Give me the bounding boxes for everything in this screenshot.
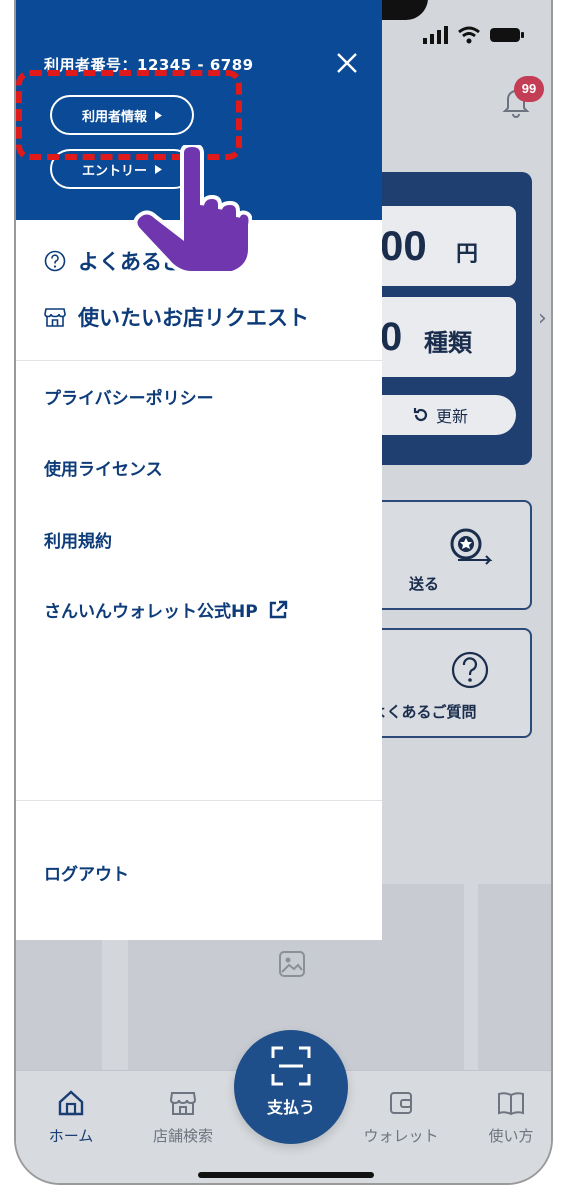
tab-store-search-label: 店舗検索 — [152, 1127, 213, 1145]
coupon-unit: 種類 — [424, 330, 472, 357]
menu-item-privacy-policy[interactable]: プライバシーポリシー — [44, 384, 214, 409]
tab-home-label: ホーム — [48, 1127, 94, 1145]
phone-screen: 99 00 円 0 種類 更新 › 送る よくあるご質問 ホーム 店舗検索 ウォ… — [14, 0, 553, 1185]
close-icon[interactable] — [336, 52, 358, 74]
menu-item-official-site[interactable]: さんいんウォレット公式HP — [44, 597, 288, 622]
menu-item-privacy-policy-label: プライバシーポリシー — [44, 389, 214, 409]
menu-item-official-site-label: さんいんウォレット公式HP — [44, 602, 258, 622]
external-link-icon — [269, 600, 287, 618]
store-icon — [44, 308, 66, 327]
question-circle-icon — [44, 250, 66, 272]
menu-item-license[interactable]: 使用ライセンス — [44, 455, 163, 480]
logout-button[interactable]: ログアウト — [44, 860, 129, 885]
tab-howto[interactable]: 使い方 — [456, 1089, 551, 1146]
home-indicator — [198, 1172, 374, 1178]
status-bar — [423, 26, 525, 44]
send-tile-label: 送る — [408, 575, 439, 593]
faq-tile-label: よくあるご質問 — [371, 703, 477, 721]
refresh-icon — [413, 408, 428, 422]
wifi-icon — [458, 26, 480, 44]
chevron-right-icon[interactable]: › — [538, 306, 547, 331]
menu-item-license-label: 使用ライセンス — [44, 460, 163, 480]
scan-icon — [271, 1046, 311, 1086]
send-coin-icon — [450, 528, 493, 565]
signal-bars-icon — [423, 26, 448, 44]
tab-store-search[interactable]: 店舗検索 — [128, 1089, 238, 1146]
tab-wallet-label: ウォレット — [363, 1127, 439, 1145]
refresh-label: 更新 — [436, 407, 469, 426]
pay-button[interactable]: 支払う — [234, 1030, 348, 1144]
tab-wallet[interactable]: ウォレット — [346, 1089, 456, 1146]
balance-amount: 00 — [380, 222, 427, 269]
pay-button-label: 支払う — [266, 1098, 315, 1117]
pointing-hand-icon — [133, 145, 252, 275]
tab-home[interactable]: ホーム — [16, 1089, 126, 1146]
menu-divider — [16, 360, 382, 361]
menu-item-terms[interactable]: 利用規約 — [44, 527, 112, 552]
menu-item-store-request-label: 使いたいお店リクエスト — [78, 306, 309, 330]
menu-divider — [16, 800, 382, 801]
image-placeholder-icon — [279, 951, 305, 977]
notification-badge: 99 — [514, 76, 544, 102]
menu-item-terms-label: 利用規約 — [44, 532, 112, 552]
question-circle-icon — [451, 651, 489, 689]
coupon-count: 0 — [380, 315, 403, 359]
home-icon — [58, 1090, 84, 1116]
logout-label: ログアウト — [44, 865, 129, 885]
balance-unit: 円 — [456, 241, 479, 266]
store-icon — [169, 1092, 197, 1115]
menu-item-store-request[interactable]: 使いたいお店リクエスト — [44, 302, 309, 332]
wallet-icon — [390, 1092, 412, 1114]
battery-icon — [490, 28, 524, 42]
tab-howto-label: 使い方 — [488, 1127, 534, 1145]
camera-notch — [376, 0, 428, 20]
book-icon — [498, 1092, 524, 1116]
banner-right[interactable] — [478, 884, 551, 1074]
